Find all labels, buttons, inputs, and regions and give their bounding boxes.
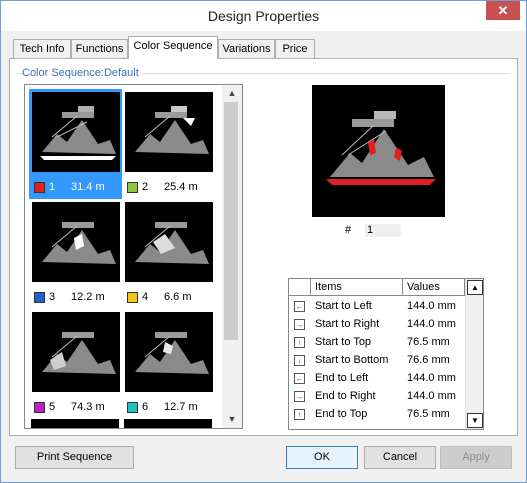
arrow-up-red-icon: ↑ [294,409,305,420]
design-thumbnail-image [125,312,213,392]
color-swatch [127,402,138,413]
scroll-up-icon[interactable]: ▲ [467,280,483,295]
close-button[interactable]: ✕ [486,1,520,20]
thumbnail-item[interactable]: 4 6.6 m [122,199,215,309]
arrow-down-icon: ↓ [294,355,305,366]
thumbnail-item[interactable]: 5 74.3 m [29,309,122,419]
column-header-items[interactable]: Items [311,279,403,296]
thumbnail-index: 6 [142,401,149,413]
table-row[interactable]: ← End to Left 144.0 mm [289,369,465,387]
thumbnail-length: 12.7 m [164,401,198,413]
thumbnail-length: 74.3 m [71,401,105,413]
arrow-right-red-icon: → [294,391,305,402]
color-swatch [127,292,138,303]
sequence-preview-image [312,85,445,217]
items-values-table[interactable]: Items Values ← Start to Left 144.0 mm → … [288,278,484,430]
arrow-left-red-icon: ← [294,373,305,384]
table-row[interactable]: ← Start to Left 144.0 mm [289,297,465,315]
close-icon: ✕ [497,3,509,18]
apply-button[interactable]: Apply [440,446,512,469]
thumbnail-index: 4 [142,291,149,303]
window-title: Design Properties [207,8,320,24]
scroll-up-icon[interactable]: ▲ [222,88,242,98]
ok-button[interactable]: OK [286,446,358,469]
thumbnail-length: 31.4 m [71,181,105,193]
sequence-number-label: # [345,224,352,236]
tab-price[interactable]: Price [275,39,315,59]
thumbnail-index: 1 [49,181,56,193]
thumbnail-length: 6.6 m [164,291,192,303]
tab-functions[interactable]: Functions [71,39,128,59]
color-swatch [34,402,45,413]
thumbnail-length: 12.2 m [71,291,105,303]
arrow-right-icon: → [294,319,305,330]
color-sequence-list[interactable]: 1 31.4 m 2 25.4 m 3 12.2 m 4 6.6 m 5 74.… [24,84,243,429]
thumbnail-partial [124,419,212,428]
table-scrollbar[interactable]: ▲ ▼ [465,279,483,429]
design-thumbnail-image [32,312,120,392]
design-thumbnail-image [125,92,213,172]
thumbnail-item[interactable]: 6 12.7 m [122,309,215,419]
arrow-left-icon: ← [294,301,305,312]
thumbnail-item[interactable]: 2 25.4 m [122,89,215,199]
table-row-partial [289,425,465,429]
thumbnail-index: 3 [49,291,56,303]
thumbnail-item[interactable]: 1 31.4 m [29,89,122,199]
title-bar: Design Properties [1,1,526,31]
thumbnail-item[interactable]: 3 12.2 m [29,199,122,309]
table-header: Items Values [289,279,465,296]
tab-variations[interactable]: Variations [218,39,275,59]
table-row[interactable]: ↑ End to Top 76.5 mm [289,405,465,423]
table-row[interactable]: → Start to Right 144.0 mm [289,315,465,333]
column-header-values[interactable]: Values [403,279,465,296]
color-swatch [34,292,45,303]
design-thumbnail-image [32,202,120,282]
arrow-up-icon: ↑ [294,337,305,348]
design-thumbnail-image [32,92,120,172]
scroll-down-icon[interactable]: ▼ [467,413,483,428]
design-thumbnail-image [125,202,213,282]
color-swatch [34,182,45,193]
print-sequence-button[interactable]: Print Sequence [15,446,134,469]
table-row[interactable]: ↑ Start to Top 76.5 mm [289,333,465,351]
scrollbar-thumb[interactable] [224,102,238,340]
scroll-down-icon[interactable]: ▼ [222,414,242,424]
table-row[interactable]: ↓ Start to Bottom 76.6 mm [289,351,465,369]
thumbnail-index: 5 [49,401,56,413]
thumbnail-index: 2 [142,181,149,193]
thumbnail-partial [31,419,119,428]
tab-color-sequence[interactable]: Color Sequence [128,36,218,59]
thumbnail-length: 25.4 m [164,181,198,193]
color-swatch [127,182,138,193]
group-label: Color Sequence:Default [22,66,143,80]
sequence-number-value: 1 [365,224,401,237]
table-row[interactable]: → End to Right 144.0 mm [289,387,465,405]
tab-tech-info[interactable]: Tech Info [13,39,71,59]
cancel-button[interactable]: Cancel [364,446,436,469]
